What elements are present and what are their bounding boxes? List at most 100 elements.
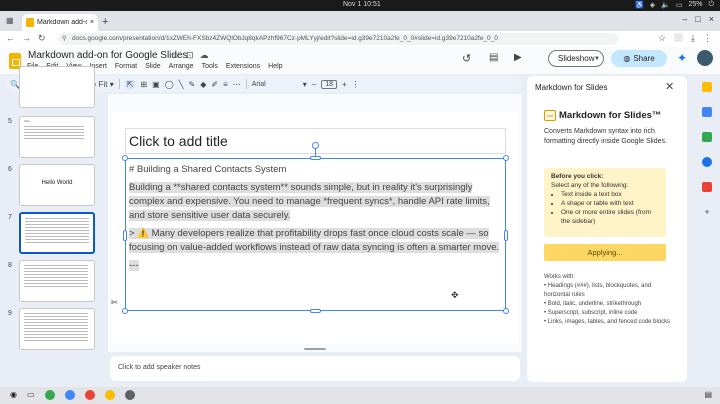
taskbar-apps: ◉ ▭ [10, 390, 135, 400]
taskbar-tray[interactable]: ▤ [704, 390, 712, 399]
comment-add-icon[interactable]: ✎ [189, 80, 196, 89]
downloads-icon[interactable]: ⤓ [691, 33, 695, 44]
thumbnail-number: 8 [8, 262, 12, 269]
resize-handle-top-left[interactable] [122, 155, 128, 161]
markdown-heading: # Building a Shared Contacts System [129, 164, 287, 175]
contacts-icon[interactable] [702, 132, 712, 142]
extensions-icon[interactable] [674, 33, 684, 42]
share-button[interactable]: ◍ Share [611, 50, 667, 67]
avatar[interactable] [697, 50, 713, 66]
font-select[interactable]: Arial [252, 81, 298, 88]
terminal-icon[interactable] [124, 390, 135, 400]
fill-color-icon[interactable]: ◆ [200, 80, 206, 89]
resize-handle-bottom-left[interactable] [122, 308, 128, 314]
resize-handle-left[interactable] [123, 230, 127, 241]
slide-thumbnail-panel: 5 Color 6 Hello World 7 8 9 [0, 66, 106, 384]
menu-help[interactable]: Help [268, 63, 282, 70]
resize-handle-top[interactable] [310, 156, 321, 160]
add-ons-plus-icon[interactable]: + [704, 207, 709, 217]
thumbnail-image: Hello World [19, 164, 95, 206]
body-text-box[interactable]: # Building a Shared Contacts System Buil… [125, 158, 506, 311]
site-info-icon[interactable]: ⚲ [62, 33, 66, 45]
drive-icon[interactable] [104, 390, 115, 400]
more-options-icon[interactable]: ⋮ [352, 80, 360, 89]
panel-close-icon[interactable]: ✕ [665, 80, 674, 93]
toolbar-divider [118, 79, 120, 89]
tasks-icon[interactable] [702, 107, 712, 117]
text-box-icon[interactable]: ⊞ [140, 80, 147, 89]
format-options-icon[interactable]: ✄ [111, 298, 118, 307]
browser-tab[interactable]: Markdown add-on for G × [22, 14, 98, 31]
border-weight-icon[interactable]: ≡ [223, 80, 228, 89]
os-status-area[interactable]: ♿ ◈ 🔈 ▭ 25% ⏻ [635, 1, 714, 9]
decrease-size-icon[interactable]: – [312, 80, 316, 89]
resize-handle-top-right[interactable] [503, 155, 509, 161]
menu-tools[interactable]: Tools [202, 63, 218, 70]
menu-slide[interactable]: Slide [145, 63, 161, 70]
tab-search-icon[interactable]: ▦ [6, 16, 14, 25]
close-tab-icon[interactable]: × [90, 19, 94, 26]
calendar-icon[interactable] [702, 182, 712, 192]
border-color-icon[interactable]: ✐ [211, 80, 218, 89]
forward-icon[interactable]: → [22, 33, 31, 44]
browser-tab-strip: ▦ Markdown add-on for G × + – □ × [0, 11, 720, 31]
network-icon[interactable]: ◈ [650, 1, 655, 9]
thumbnail-number: 7 [8, 214, 12, 221]
browser-menu-icon[interactable]: ⋮ [703, 33, 712, 44]
notes-resize-handle[interactable] [304, 348, 326, 350]
gemini-icon[interactable]: ✦ [677, 51, 687, 65]
rotate-handle[interactable] [312, 142, 319, 149]
menu-arrange[interactable]: Arrange [169, 63, 194, 70]
increase-size-icon[interactable]: + [342, 80, 347, 89]
menu-format[interactable]: Format [115, 63, 137, 70]
document-title[interactable]: Markdown add-on for Google Slides [28, 50, 188, 61]
bookmark-star-icon[interactable]: ☆ [658, 33, 666, 44]
chevron-down-icon[interactable]: ▾ [303, 80, 307, 89]
chevron-down-icon[interactable]: ▼ [590, 50, 604, 67]
accessibility-icon[interactable]: ♿ [635, 1, 644, 9]
border-dash-icon[interactable]: ⋯ [233, 80, 241, 89]
resize-handle-right[interactable] [504, 230, 508, 241]
line-icon[interactable]: ╲ [179, 80, 184, 89]
files-icon[interactable] [64, 390, 75, 400]
back-icon[interactable]: ← [6, 33, 15, 44]
apply-button[interactable]: Applying... [544, 244, 666, 261]
maps-icon[interactable] [702, 157, 712, 167]
before-title: Before you click: [551, 173, 604, 180]
list-item: • Links, images, tables, and fenced code… [544, 319, 671, 325]
tray-icon[interactable]: ▤ [704, 390, 712, 399]
maximize-icon[interactable]: □ [695, 14, 700, 24]
minimize-icon[interactable]: – [682, 14, 687, 24]
meet-icon[interactable]: ▶ [514, 52, 522, 63]
launcher-icon[interactable]: ◉ [10, 390, 17, 400]
overview-icon[interactable]: ▭ [27, 390, 35, 400]
shape-icon[interactable]: ◯ [165, 80, 174, 89]
volume-icon[interactable]: 🔈 [661, 1, 670, 9]
image-icon[interactable]: ▣ [152, 80, 160, 89]
battery-icon[interactable]: ▭ [676, 1, 683, 9]
power-icon[interactable]: ⏻ [708, 1, 714, 9]
url-input[interactable]: ⚲ docs.google.com/presentation/d/1xZWEh-… [58, 33, 618, 45]
cloud-status-icon[interactable]: ☁ [200, 50, 209, 61]
select-cursor-icon[interactable]: ⇱ [124, 79, 136, 89]
keep-icon[interactable] [702, 82, 712, 92]
reload-icon[interactable]: ↻ [38, 33, 46, 44]
menu-extensions[interactable]: Extensions [226, 63, 260, 70]
toolbar-divider [245, 79, 247, 89]
thumbnail-partial[interactable] [4, 66, 100, 110]
resize-handle-bottom[interactable] [310, 309, 321, 313]
speaker-notes[interactable]: Click to add speaker notes [110, 356, 520, 381]
resize-handle-bottom-right[interactable] [503, 308, 509, 314]
panel-header: Markdown for Slides [535, 83, 608, 92]
new-tab-button[interactable]: + [102, 16, 108, 28]
chrome-icon[interactable] [44, 390, 55, 400]
gmail-icon[interactable] [84, 390, 95, 400]
os-clock: Nov 1 10:51 [343, 1, 381, 8]
thumbnail-image [19, 66, 95, 108]
move-folder-icon[interactable]: ⊡ [186, 50, 194, 61]
font-size-field[interactable]: 18 [321, 79, 337, 89]
comments-icon[interactable]: ▤ [489, 52, 498, 63]
star-icon[interactable]: ☆ [172, 50, 180, 61]
version-history-icon[interactable]: ↺ [462, 52, 471, 65]
close-window-icon[interactable]: × [709, 14, 714, 24]
